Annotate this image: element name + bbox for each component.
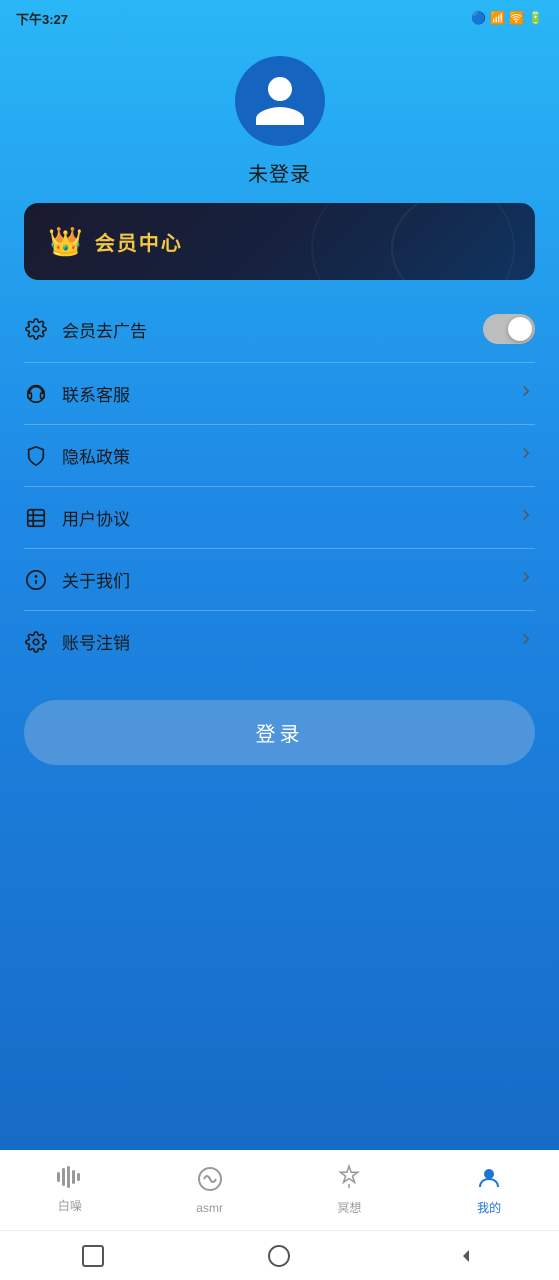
privacy-label: 隐私政策 [62, 443, 130, 468]
settings-item-about[interactable]: 关于我们 [24, 549, 535, 611]
back-triangle-button[interactable] [455, 1245, 477, 1267]
headset-icon [24, 382, 48, 406]
settings-item-cancel[interactable]: 账号注销 [24, 611, 535, 672]
avatar[interactable] [235, 56, 325, 146]
cancel-label: 账号注销 [62, 629, 130, 654]
vip-card[interactable]: 👑 会员中心 [24, 203, 535, 280]
settings-list: 会员去广告 联系客服 隐私政策 [24, 296, 535, 672]
tab-whitenoise[interactable]: 白噪 [0, 1150, 140, 1230]
status-bar: 下午3:27 🔵 📶 🛜 🔋 [0, 0, 559, 36]
tab-meditation-label: 冥想 [337, 1199, 361, 1216]
settings-item-ad-removal[interactable]: 会员去广告 [24, 296, 535, 363]
profile-section: 未登录 [0, 36, 559, 203]
bottom-navigation: 白噪 asmr 冥想 [0, 1150, 559, 1280]
document-icon [24, 506, 48, 530]
settings-item-contact[interactable]: 联系客服 [24, 363, 535, 425]
status-time: 下午3:27 [16, 9, 68, 28]
system-bar [0, 1230, 559, 1280]
login-button[interactable]: 登录 [24, 700, 535, 765]
wave-icon [197, 1166, 223, 1197]
tab-asmr[interactable]: asmr [140, 1150, 280, 1230]
bars-icon [57, 1166, 83, 1193]
contact-label: 联系客服 [62, 381, 130, 406]
crown-icon: 👑 [48, 225, 83, 258]
about-label: 关于我们 [62, 567, 130, 592]
settings-item-privacy[interactable]: 隐私政策 [24, 425, 535, 487]
about-chevron [517, 568, 535, 591]
username-label: 未登录 [248, 158, 311, 187]
cancel-chevron [517, 630, 535, 653]
settings-item-agreement[interactable]: 用户协议 [24, 487, 535, 549]
agreement-label: 用户协议 [62, 505, 130, 530]
shield-icon [24, 444, 48, 468]
star-icon [336, 1164, 362, 1195]
home-circle-button[interactable] [268, 1245, 290, 1267]
login-button-wrapper: 登录 [24, 700, 535, 765]
tab-whitenoise-label: 白噪 [58, 1197, 82, 1214]
status-icons: 🔵 📶 🛜 🔋 [471, 11, 543, 25]
ad-removal-toggle[interactable] [483, 314, 535, 344]
info-icon [24, 568, 48, 592]
cancel-settings-icon [24, 630, 48, 654]
agreement-chevron [517, 506, 535, 529]
tab-mine[interactable]: 我的 [419, 1150, 559, 1230]
nav-tabs: 白噪 asmr 冥想 [0, 1150, 559, 1230]
tab-asmr-label: asmr [196, 1201, 223, 1215]
toggle-knob [508, 317, 532, 341]
tab-mine-label: 我的 [477, 1199, 501, 1216]
person-icon [250, 71, 310, 131]
vip-label: 会员中心 [95, 227, 183, 256]
tab-meditation[interactable]: 冥想 [280, 1150, 420, 1230]
privacy-chevron [517, 444, 535, 467]
contact-chevron [517, 382, 535, 405]
ad-removal-label: 会员去广告 [62, 317, 147, 342]
person-nav-icon [476, 1164, 502, 1195]
back-square-button[interactable] [82, 1245, 104, 1267]
settings-icon [24, 317, 48, 341]
